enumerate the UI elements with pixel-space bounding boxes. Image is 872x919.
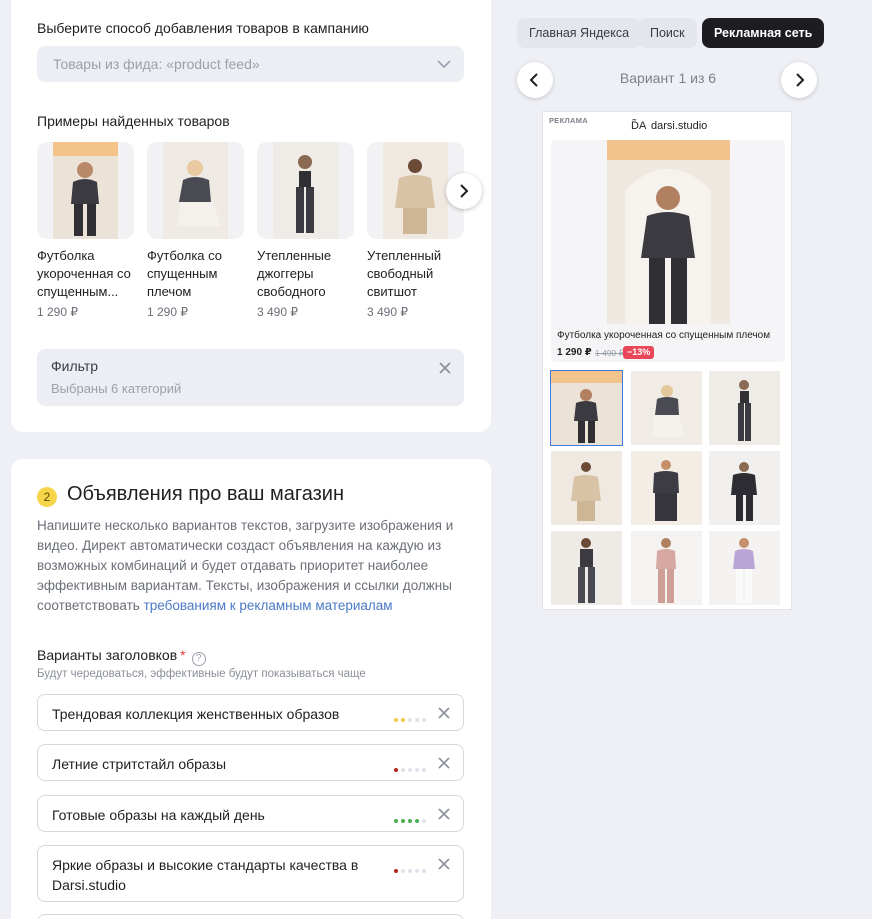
step-number-badge: 2 xyxy=(37,487,57,507)
headlines-hint: Будут чередоваться, эффективные будут по… xyxy=(37,668,366,680)
variant-prev-button[interactable] xyxy=(517,62,553,98)
chevron-down-icon xyxy=(437,60,451,69)
variant-counter: Вариант 1 из 6 xyxy=(619,70,717,86)
products-next-button[interactable] xyxy=(446,173,482,209)
ad-grid-thumb[interactable] xyxy=(709,451,780,525)
close-icon[interactable] xyxy=(437,857,451,871)
product-card[interactable]: Футболка со спущенным плечом 1 290 ₽ xyxy=(147,142,244,319)
rating-dot xyxy=(408,819,412,823)
method-select[interactable]: Товары из фида: «product feed» xyxy=(37,46,464,82)
brand-logo: D̃A xyxy=(631,120,647,132)
ad-old-price: 1 490 ₽ xyxy=(595,348,625,358)
chevron-right-icon xyxy=(796,73,805,87)
ad-grid-thumb[interactable] xyxy=(709,371,780,445)
rating-dot xyxy=(415,819,419,823)
rating-dot xyxy=(422,819,426,823)
rating-dot xyxy=(401,718,405,722)
ad-grid-thumb[interactable] xyxy=(551,451,622,525)
headline-rating xyxy=(391,810,426,828)
rating-dot xyxy=(394,718,398,722)
variant-next-button[interactable] xyxy=(781,62,817,98)
ad-label: РЕКЛАМА xyxy=(549,116,589,125)
rating-dot xyxy=(394,768,398,772)
headline-text: Трендовая коллекция женственных образов xyxy=(52,706,340,722)
filter-subtitle: Выбраны 6 категорий xyxy=(51,381,182,396)
product-card[interactable]: Футболка укороченная со спущенным... 1 2… xyxy=(37,142,134,319)
rating-dot xyxy=(422,768,426,772)
product-name: Утепленный свободный свитшот цвета... xyxy=(367,248,442,299)
requirements-link[interactable]: требованиям к рекламным материалам xyxy=(144,598,393,613)
close-icon[interactable] xyxy=(437,756,451,770)
headlines-label: Варианты заголовков *? xyxy=(37,647,206,666)
ad-grid-thumb[interactable] xyxy=(631,531,702,605)
product-price: 1 290 ₽ xyxy=(37,305,78,319)
chevron-right-icon xyxy=(460,184,469,198)
product-name: Футболка со спущенным плечом xyxy=(147,248,223,299)
rating-dot xyxy=(408,718,412,722)
ad-discount-badge: −13% xyxy=(623,346,655,359)
product-image xyxy=(147,142,244,239)
product-price: 3 490 ₽ xyxy=(257,305,298,319)
ad-price: 1 290 ₽ xyxy=(557,347,592,358)
rating-dot xyxy=(401,819,405,823)
close-icon[interactable] xyxy=(438,361,452,375)
rating-dot xyxy=(408,869,412,873)
rating-dot xyxy=(422,718,426,722)
headline-text: Летние стритстайл образы xyxy=(52,756,227,772)
section-title: Объявления про ваш магазин xyxy=(67,483,345,505)
close-icon[interactable] xyxy=(437,706,451,720)
ad-grid-thumb[interactable] xyxy=(550,370,623,446)
ad-main-image xyxy=(607,140,730,324)
headline-text: Яркие образы и высокие стандарты качеств… xyxy=(52,857,359,893)
ad-main-product[interactable]: Футболка укороченная со спущенным плечом… xyxy=(551,140,785,362)
ad-preview: РЕКЛАМА D̃A darsi.studio Футболка укороч… xyxy=(542,111,792,610)
product-image xyxy=(257,142,354,239)
rating-dot xyxy=(408,768,412,772)
ad-grid-thumb[interactable] xyxy=(631,371,702,445)
rating-dot xyxy=(422,869,426,873)
method-label: Выберите способ добавления товаров в кам… xyxy=(37,20,369,36)
ad-grid-thumb[interactable] xyxy=(709,531,780,605)
headline-input[interactable] xyxy=(37,914,464,919)
rating-dot xyxy=(415,869,419,873)
rating-dot xyxy=(394,819,398,823)
headline-input[interactable]: Летние стритстайл образы xyxy=(37,744,464,781)
tab-yandex-main[interactable]: Главная Яндекса xyxy=(517,18,642,48)
product-name: Футболка укороченная со спущенным... xyxy=(37,248,131,299)
headline-rating xyxy=(391,759,426,777)
section-description: Напишите несколько вариантов текстов, за… xyxy=(37,516,457,616)
headlines-label-text: Варианты заголовков xyxy=(37,647,178,663)
product-name: Утепленные джоггеры свободного кро... xyxy=(257,248,332,299)
filter-field[interactable]: Фильтр Выбраны 6 категорий xyxy=(37,349,464,406)
rating-dot xyxy=(415,768,419,772)
brand-name: darsi.studio xyxy=(651,120,708,132)
headline-input[interactable]: Готовые образы на каждый день xyxy=(37,795,464,832)
close-icon[interactable] xyxy=(437,807,451,821)
tab-search[interactable]: Поиск xyxy=(638,18,697,48)
ad-product-title: Футболка укороченная со спущенным плечом xyxy=(557,330,771,341)
chevron-left-icon xyxy=(529,73,538,87)
ad-grid-thumb[interactable] xyxy=(551,531,622,605)
headline-input[interactable]: Трендовая коллекция женственных образов xyxy=(37,694,464,731)
rating-dot xyxy=(401,869,405,873)
method-select-value: Товары из фида: «product feed» xyxy=(53,56,260,72)
product-image xyxy=(37,142,134,239)
rating-dot xyxy=(394,869,398,873)
headline-text: Готовые образы на каждый день xyxy=(52,807,265,823)
filter-title: Фильтр xyxy=(51,358,99,374)
product-card[interactable]: Утепленный свободный свитшот цвета... 3 … xyxy=(367,142,464,319)
product-price: 3 490 ₽ xyxy=(367,305,408,319)
headline-input[interactable]: Яркие образы и высокие стандарты качеств… xyxy=(37,845,464,902)
examples-label: Примеры найденных товаров xyxy=(37,113,230,129)
help-icon[interactable]: ? xyxy=(191,652,206,666)
product-price: 1 290 ₽ xyxy=(147,305,188,319)
required-mark: * xyxy=(180,647,186,663)
rating-dot xyxy=(415,718,419,722)
rating-dot xyxy=(401,768,405,772)
tab-ad-network[interactable]: Рекламная сеть xyxy=(702,18,825,48)
ad-grid-thumb[interactable] xyxy=(631,451,702,525)
product-card[interactable]: Утепленные джоггеры свободного кро... 3 … xyxy=(257,142,354,319)
headline-rating xyxy=(391,709,426,727)
headline-rating xyxy=(391,860,426,878)
